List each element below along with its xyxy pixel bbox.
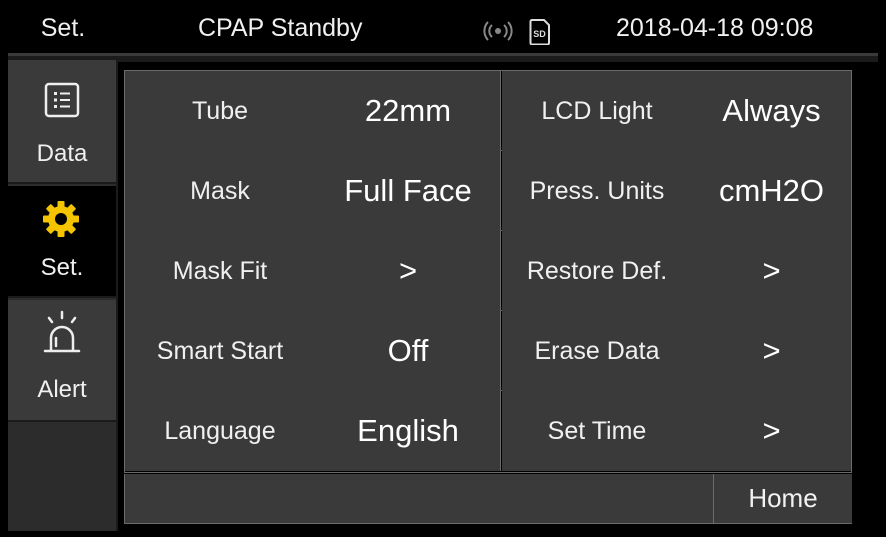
- setting-lcd-light[interactable]: LCD Light Always: [502, 71, 851, 151]
- setting-value: cmH2O: [718, 173, 825, 208]
- setting-value: Off: [387, 333, 429, 368]
- settings-row: Mask Fit > Restore Def. >: [125, 231, 851, 311]
- setting-restore-defaults[interactable]: Restore Def. >: [502, 231, 851, 311]
- setting-label: Tube: [191, 97, 249, 125]
- setting-language[interactable]: Language English: [125, 391, 501, 471]
- list-icon: [44, 82, 80, 118]
- chevron-right-icon: >: [762, 253, 781, 288]
- setting-label: Mask: [190, 177, 250, 205]
- status-bar: Set. CPAP Standby SD 2018-04-18 09:08: [8, 6, 878, 56]
- sidebar-item-label: Data: [36, 140, 88, 167]
- page-title: Set.: [40, 14, 86, 42]
- setting-label: LCD Light: [541, 97, 653, 125]
- setting-label: Language: [164, 417, 276, 445]
- setting-label: Restore Def.: [526, 257, 668, 285]
- chevron-right-icon: >: [398, 253, 418, 288]
- device-screen: Set. CPAP Standby SD 2018-04-18 09:08 Da…: [8, 6, 878, 531]
- setting-value: Full Face: [344, 173, 472, 208]
- setting-erase-data[interactable]: Erase Data >: [502, 311, 851, 391]
- setting-mask[interactable]: Mask Full Face: [125, 151, 501, 231]
- footer-bar: Home: [124, 474, 852, 524]
- setting-tube[interactable]: Tube 22mm: [125, 71, 501, 151]
- gear-icon: [43, 201, 79, 237]
- settings-row: Language English Set Time >: [125, 391, 851, 471]
- sidebar-item-label: Set.: [40, 254, 84, 281]
- setting-set-time[interactable]: Set Time >: [502, 391, 851, 471]
- home-button[interactable]: Home: [713, 474, 852, 523]
- date-time: 2018-04-18 09:08: [616, 14, 814, 42]
- setting-value: English: [357, 413, 459, 448]
- alarm-bell-icon: [43, 310, 81, 353]
- sd-card-label: SD: [533, 29, 546, 39]
- setting-value: 22mm: [364, 93, 452, 128]
- settings-row: Smart Start Off Erase Data >: [125, 311, 851, 391]
- wireless-icon: [483, 21, 513, 41]
- sidebar-item-alert[interactable]: Alert: [8, 300, 116, 422]
- sidebar-item-data[interactable]: Data: [8, 60, 116, 184]
- settings-grid: Tube 22mm LCD Light Always Mask Full Fac…: [124, 70, 852, 473]
- setting-label: Set Time: [547, 417, 647, 445]
- setting-value: Always: [722, 93, 821, 128]
- setting-label: Press. Units: [529, 177, 665, 205]
- settings-panel: Tube 22mm LCD Light Always Mask Full Fac…: [118, 62, 878, 531]
- sidebar-item-settings[interactable]: Set.: [8, 186, 116, 298]
- setting-label: Erase Data: [534, 337, 660, 365]
- sidebar: Data Set. Alert: [8, 60, 116, 531]
- chevron-right-icon: >: [762, 333, 781, 368]
- settings-row: Mask Full Face Press. Units cmH2O: [125, 151, 851, 231]
- setting-smart-start[interactable]: Smart Start Off: [125, 311, 501, 391]
- setting-mask-fit[interactable]: Mask Fit >: [125, 231, 501, 311]
- setting-label: Mask Fit: [172, 257, 268, 285]
- setting-press-units[interactable]: Press. Units cmH2O: [502, 151, 851, 231]
- sd-card-icon: SD: [529, 19, 550, 45]
- setting-label: Smart Start: [156, 337, 284, 365]
- sidebar-item-label: Alert: [37, 376, 87, 403]
- device-status: CPAP Standby: [198, 14, 363, 42]
- settings-row: Tube 22mm LCD Light Always: [125, 71, 851, 151]
- sidebar-filler: [8, 424, 116, 531]
- chevron-right-icon: >: [762, 413, 781, 448]
